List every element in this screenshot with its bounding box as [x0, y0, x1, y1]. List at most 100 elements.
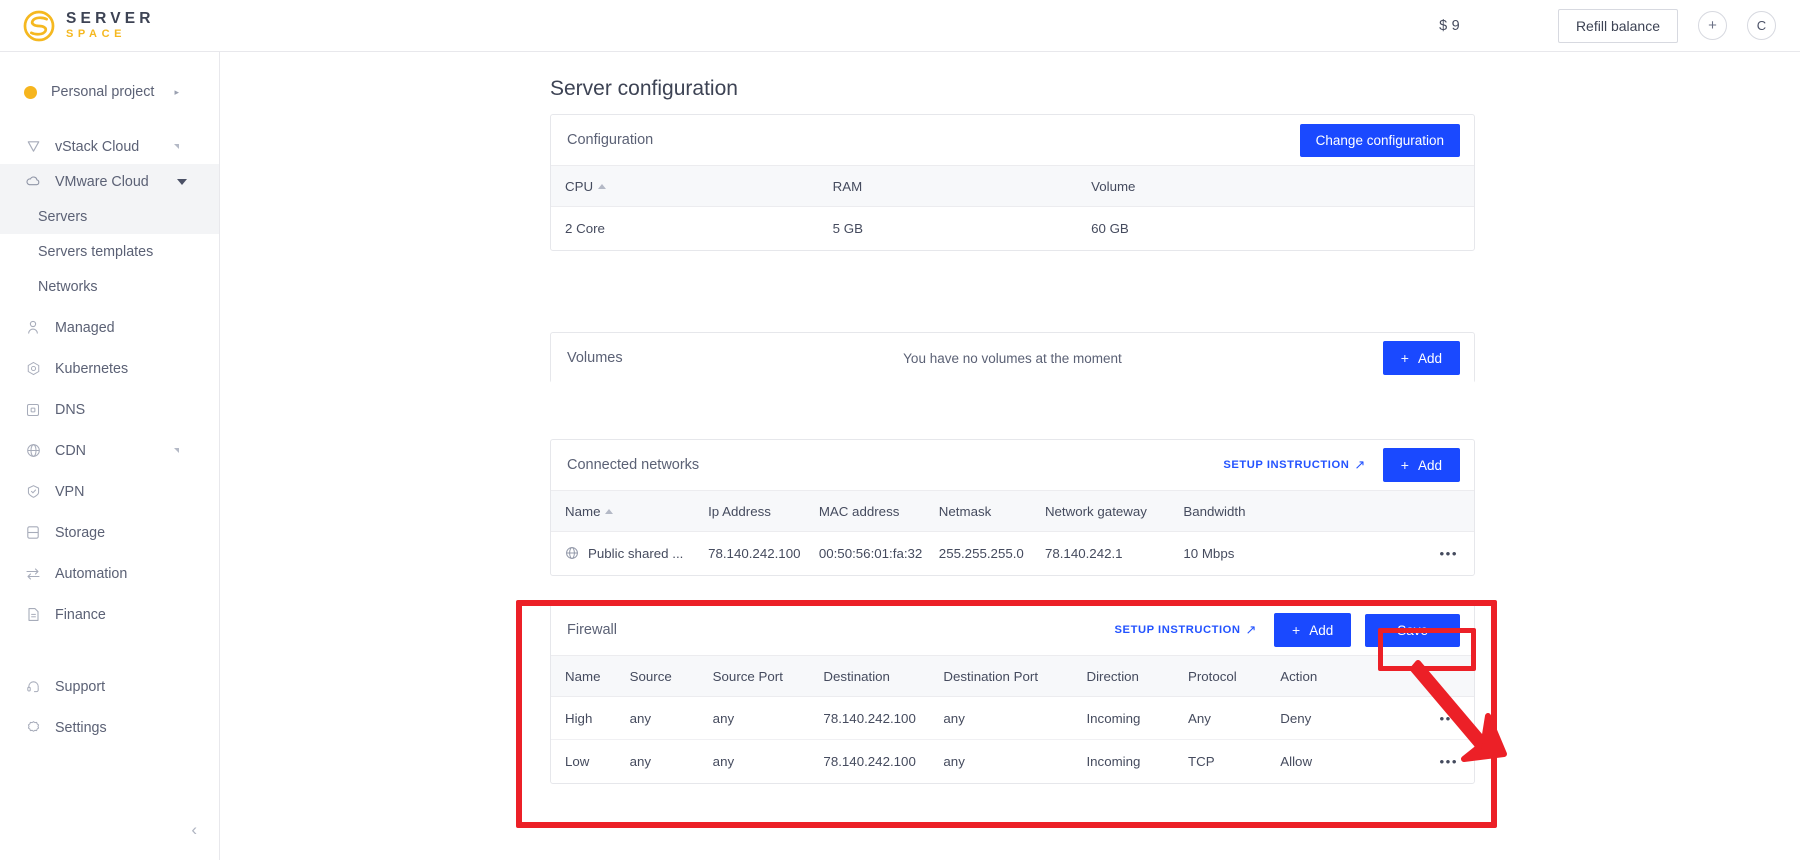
cell-destination-port: any: [943, 753, 965, 769]
firewall-card-header: Firewall SETUP INSTRUCTION ↗ + Add Save: [551, 605, 1474, 655]
add-firewall-rule-button[interactable]: + Add: [1274, 613, 1352, 647]
configuration-table: CPU RAM Volume 2 Core 5 GB 60 GB: [551, 165, 1474, 250]
sidebar-item-label: Support: [55, 678, 106, 695]
cell-network-gateway: 78.140.242.1: [1044, 545, 1123, 561]
volumes-empty-message: You have no volumes at the moment: [903, 350, 1122, 366]
table-row: Public shared ... 78.140.242.100 00:50:5…: [551, 532, 1474, 575]
row-menu-button[interactable]: •••: [1377, 740, 1474, 783]
column-header-mac-address[interactable]: MAC address: [804, 490, 925, 532]
table-header-row: CPU RAM Volume: [551, 165, 1474, 207]
sidebar-item-label: VPN: [55, 483, 85, 500]
column-header-ram[interactable]: RAM: [818, 165, 1078, 207]
sidebar-item-personal-project[interactable]: Personal project ▸: [0, 72, 219, 112]
table-row: 2 Core 5 GB 60 GB: [551, 207, 1474, 250]
sidebar-item-label: Servers templates: [38, 243, 154, 260]
sidebar-item-dns[interactable]: DNS: [0, 392, 219, 427]
column-header-source[interactable]: Source: [615, 655, 699, 697]
cell-destination-port: any: [929, 696, 1073, 740]
networks-card-header: Connected networks SETUP INSTRUCTION ↗ +…: [551, 440, 1474, 490]
cell-network-name: Public shared ...: [551, 532, 694, 575]
column-header-cpu[interactable]: CPU: [551, 165, 819, 207]
sidebar-item-managed[interactable]: Managed: [0, 310, 219, 345]
column-header-action[interactable]: Action: [1266, 655, 1378, 697]
add-network-button[interactable]: + Add: [1382, 448, 1460, 482]
sidebar-item-vmware-cloud[interactable]: VMware Cloud: [0, 164, 219, 199]
change-configuration-button[interactable]: Change configuration: [1299, 123, 1460, 157]
column-header-destination[interactable]: Destination: [809, 655, 930, 697]
main-content: Server configuration Configuration Chang…: [220, 52, 1800, 860]
column-header-netmask[interactable]: Netmask: [924, 490, 1031, 532]
column-header-source-port[interactable]: Source Port: [698, 655, 810, 697]
sidebar-item-vpn[interactable]: VPN: [0, 474, 219, 509]
setup-instruction-link[interactable]: SETUP INSTRUCTION ↗: [1115, 622, 1257, 638]
sidebar-item-label: Automation: [55, 565, 128, 582]
sidebar-item-settings[interactable]: Settings: [0, 710, 219, 745]
setup-instruction-link[interactable]: SETUP INSTRUCTION ↗: [1223, 457, 1365, 473]
save-button[interactable]: Save: [1365, 613, 1460, 647]
cell-source-port: any: [698, 696, 810, 740]
column-header-name[interactable]: Name: [551, 655, 616, 697]
column-label: Name: [565, 503, 601, 519]
sidebar-item-finance[interactable]: Finance: [0, 597, 219, 632]
add-volume-button[interactable]: + Add: [1382, 341, 1460, 375]
cell-destination: 78.140.242.100: [809, 696, 930, 740]
sidebar-item-support[interactable]: Support: [0, 669, 219, 704]
column-header-ip-address[interactable]: Ip Address: [694, 490, 805, 532]
sidebar-item-storage[interactable]: Storage: [0, 515, 219, 550]
shield-icon: [24, 138, 42, 156]
sidebar-item-label: Managed: [55, 319, 115, 336]
sidebar-item-label: CDN: [55, 442, 86, 459]
column-header-destination-port[interactable]: Destination Port: [929, 655, 1073, 697]
column-header-volume[interactable]: Volume: [1077, 165, 1474, 207]
sidebar-bottom-group: Support Settings: [0, 669, 219, 745]
volumes-card-header: Volumes You have no volumes at the momen…: [551, 333, 1474, 383]
sidebar-item-automation[interactable]: Automation: [0, 556, 219, 591]
table-row: Low any any 78.140.242.100 any Incoming …: [551, 740, 1474, 783]
refill-balance-button[interactable]: Refill balance: [1557, 8, 1678, 43]
firewall-card-actions: SETUP INSTRUCTION ↗ + Add Save: [1115, 613, 1460, 647]
sidebar-item-kubernetes[interactable]: Kubernetes: [0, 351, 219, 386]
brand-logo[interactable]: SERVER SPACE: [22, 9, 155, 43]
cell-source: any: [629, 753, 652, 769]
chevron-collapsed-icon: [174, 448, 179, 453]
volumes-card-title: Volumes: [567, 350, 623, 366]
top-bar-actions: $ 9 Refill balance + C: [1439, 8, 1800, 43]
chevron-down-icon: [177, 178, 187, 185]
sidebar-collapse-button[interactable]: ‹: [191, 821, 197, 838]
column-header-name[interactable]: Name: [551, 490, 695, 532]
chevron-collapsed-icon: [174, 144, 179, 149]
table-header-row: Name Ip Address MAC address Netmask Netw…: [551, 490, 1474, 532]
column-header-protocol[interactable]: Protocol: [1173, 655, 1267, 697]
cell-direction: Incoming: [1072, 696, 1174, 740]
column-header-bandwidth[interactable]: Bandwidth: [1169, 490, 1382, 532]
plus-icon: +: [1400, 350, 1409, 366]
configuration-card: Configuration Change configuration CPU R…: [550, 114, 1475, 251]
setup-instruction-label: SETUP INSTRUCTION: [1114, 624, 1241, 636]
cell-netmask: 255.255.255.0: [938, 545, 1024, 561]
avatar[interactable]: C: [1747, 11, 1776, 40]
table-header-row: Name Source Source Port Destination Dest…: [551, 655, 1474, 697]
column-header-direction[interactable]: Direction: [1072, 655, 1174, 697]
cell-ram: 5 GB: [832, 220, 863, 236]
row-menu-button[interactable]: •••: [1382, 532, 1474, 575]
cell-ip-address: 78.140.242.100: [708, 545, 801, 561]
sidebar-item-label: Personal project: [51, 84, 155, 100]
sidebar-item-servers[interactable]: Servers: [0, 199, 219, 234]
sidebar-item-networks[interactable]: Networks: [0, 269, 219, 304]
configuration-card-header: Configuration Change configuration: [551, 115, 1474, 165]
globe-icon: [24, 442, 42, 460]
row-menu-button[interactable]: •••: [1377, 696, 1474, 740]
cell-cpu: 2 Core: [565, 220, 605, 236]
add-button[interactable]: +: [1698, 11, 1727, 40]
firewall-card: Firewall SETUP INSTRUCTION ↗ + Add Save: [550, 604, 1475, 784]
cell-source: any: [615, 696, 699, 740]
sidebar-item-servers-templates[interactable]: Servers templates: [0, 234, 219, 269]
sidebar-item-vstack-cloud[interactable]: vStack Cloud: [0, 129, 219, 164]
sidebar-item-cdn[interactable]: CDN: [0, 433, 219, 468]
sidebar-item-label: vStack Cloud: [55, 138, 140, 155]
column-header-network-gateway[interactable]: Network gateway: [1030, 490, 1170, 532]
sidebar-item-label: Finance: [55, 606, 106, 623]
cell-mac-address: 00:50:56:01:fa:32: [818, 545, 923, 561]
cell-action: Deny: [1266, 696, 1378, 740]
sidebar-item-label: Networks: [38, 278, 98, 295]
